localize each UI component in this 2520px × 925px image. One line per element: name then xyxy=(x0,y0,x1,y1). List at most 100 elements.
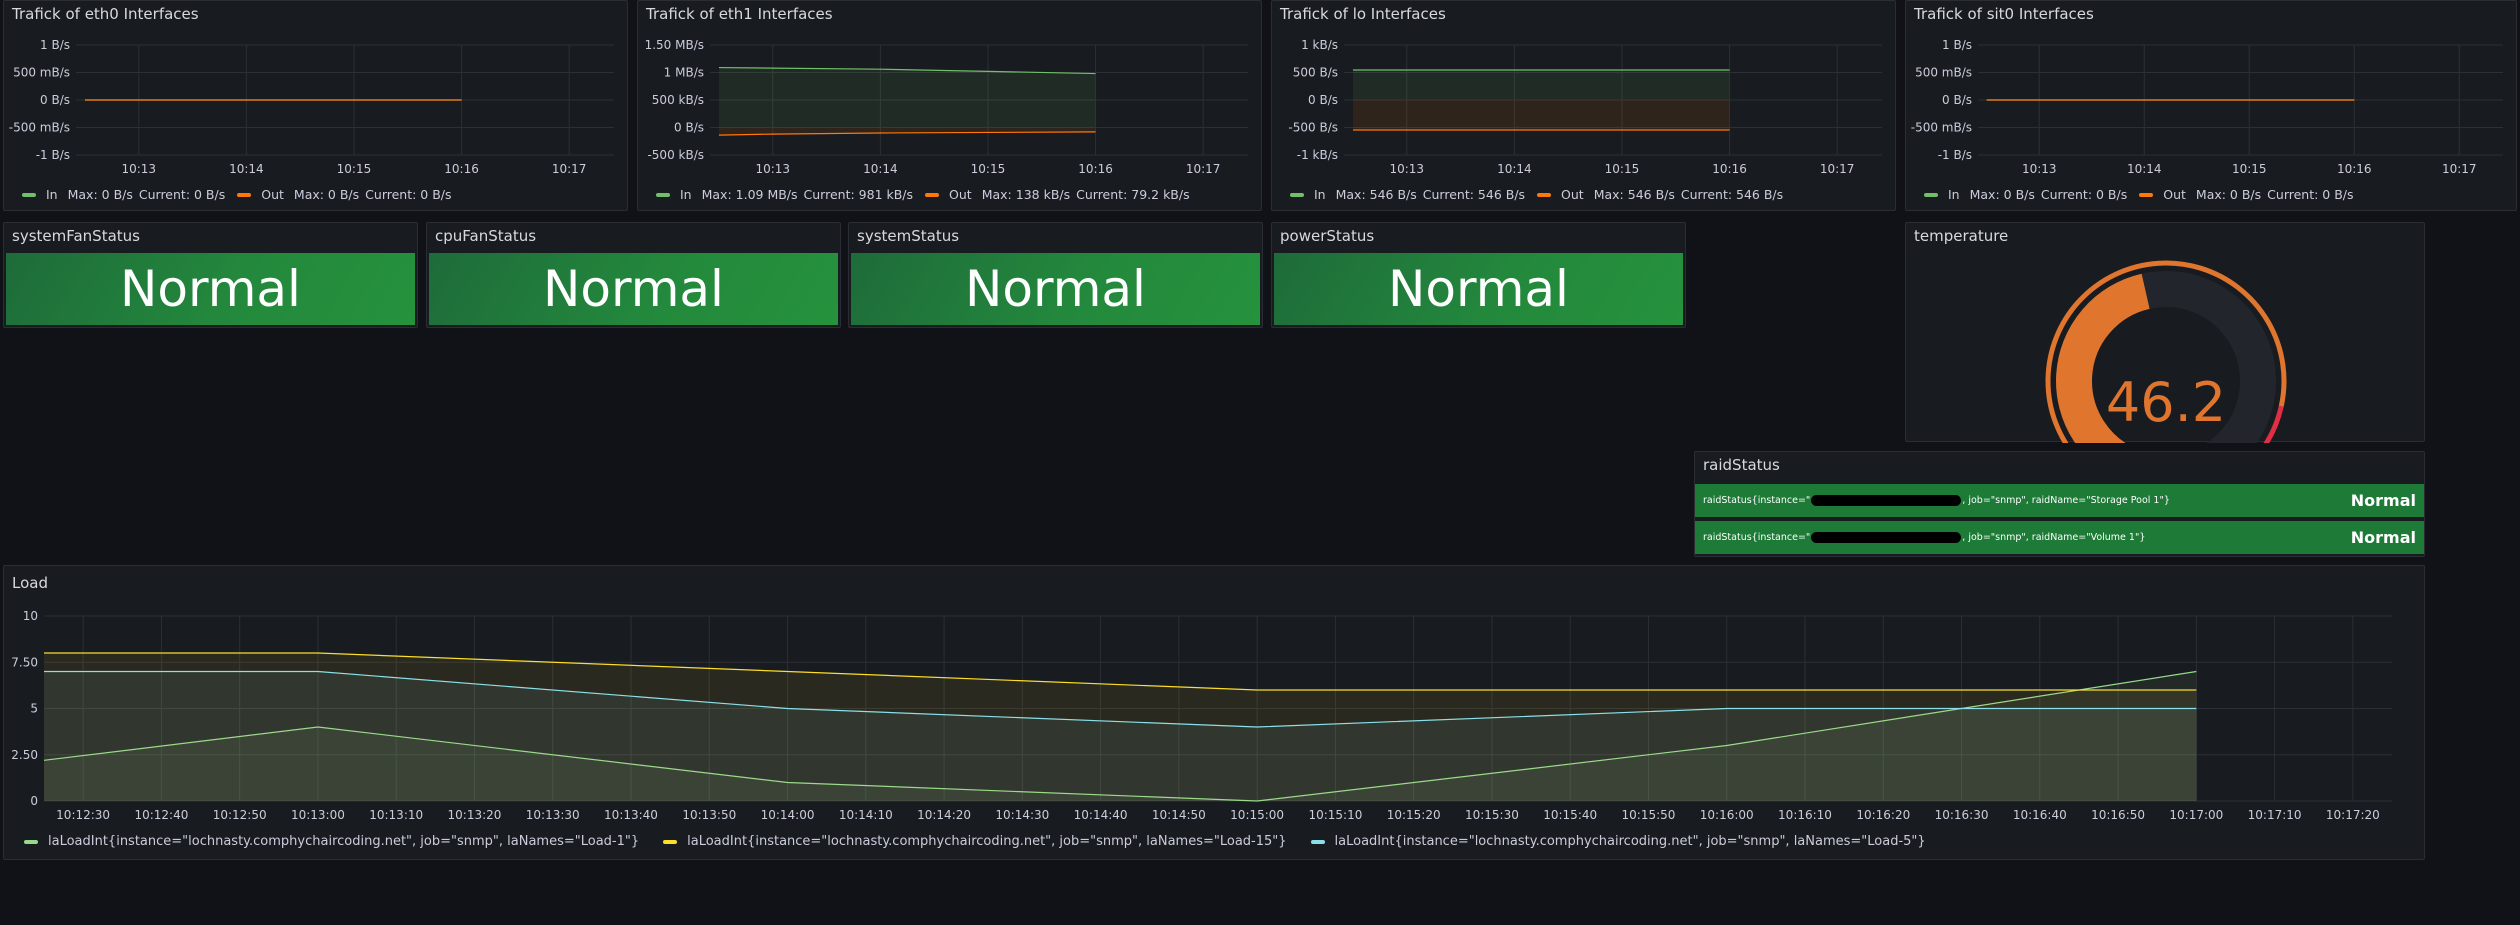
x-tick-label: 10:15 xyxy=(2232,162,2267,176)
legend-current: Current: 0 B/s xyxy=(2267,187,2354,202)
status-value-box: Normal xyxy=(6,253,415,325)
legend-label: laLoadInt{instance="lochnasty.comphychai… xyxy=(48,834,640,849)
legend-swatch xyxy=(237,192,252,197)
x-tick-label: 10:14 xyxy=(2127,162,2162,176)
y-tick-label: -500 mB/s xyxy=(1911,121,1972,135)
status-panel-system-fan[interactable]: systemFanStatus Normal xyxy=(3,222,418,328)
raid-row-value: Normal xyxy=(2350,528,2416,547)
raid-label-start: raidStatus{instance=" xyxy=(1703,532,1811,543)
raid-row-label: raidStatus{instance=" , job="snmp", raidN… xyxy=(1703,532,2145,543)
x-tick-label: 10:15:10 xyxy=(1308,808,1362,822)
load-panel[interactable]: Load 0 2.50 5 7.50 10 10:12:30 10:12:40 10:12:5… xyxy=(3,565,2425,860)
x-tick-label: 10:16 xyxy=(2337,162,2372,176)
x-tick-label: 10:16:40 xyxy=(2013,808,2067,822)
y-tick-label: 0 B/s xyxy=(674,121,704,135)
legend-swatch xyxy=(22,192,36,197)
legend-item-in[interactable]: In Max: 546 B/s Current: 546 B/s xyxy=(1290,187,1525,202)
raid-row-label: raidStatus{instance=" , job="snmp", raidN… xyxy=(1703,495,2170,506)
x-tick-label: 10:16:30 xyxy=(1935,808,1989,822)
legend-item-out[interactable]: Out Max: 546 B/s Current: 546 B/s xyxy=(1537,187,1783,202)
legend-swatch xyxy=(656,192,670,197)
legend-item-out[interactable]: Out Max: 138 kB/s Current: 79.2 kB/s xyxy=(925,187,1190,202)
series-area xyxy=(1352,100,1730,131)
y-tick-label: -500 B/s xyxy=(1288,121,1338,135)
x-tick-label: 10:14:50 xyxy=(1152,808,1206,822)
legend-max: Max: 546 B/s xyxy=(1335,187,1417,202)
x-tick-label: 10:15:00 xyxy=(1230,808,1284,822)
legend-max: Max: 546 B/s xyxy=(1593,187,1675,202)
traffic-panel-eth0[interactable]: Trafick of eth0 Interfaces 1 B/s 500 mB/s… xyxy=(3,0,628,211)
legend-item-in[interactable]: In Max: 0 B/s Current: 0 B/s xyxy=(1924,187,2127,202)
x-tick-label: 10:15 xyxy=(971,162,1006,176)
raid-label-end: , job="snmp", raidName="Storage Pool 1"} xyxy=(1962,495,2170,506)
panel-title: raidStatus xyxy=(1703,456,1780,474)
legend-label: Out xyxy=(949,187,972,202)
legend-swatch xyxy=(1537,192,1552,197)
legend-current: Current: 0 B/s xyxy=(365,187,452,202)
legend-item-in[interactable]: In Max: 0 B/s Current: 0 B/s xyxy=(22,187,225,202)
status-panel-cpu-fan[interactable]: cpuFanStatus Normal xyxy=(426,222,841,328)
legend-swatch xyxy=(925,192,940,197)
temperature-panel[interactable]: temperature 46.2 xyxy=(1905,222,2425,443)
traffic-panel-eth1[interactable]: Trafick of eth1 Interfaces 1.50 MB/s 1 MB… xyxy=(637,0,1262,211)
raid-status-panel[interactable]: raidStatus raidStatus{instance=" , job="s… xyxy=(1694,451,2425,557)
chart-legend: In Max: 1.09 MB/s Current: 981 kB/s Out Max… xyxy=(656,187,1202,202)
legend-item-load-5[interactable]: laLoadInt{instance="lochnasty.comphychai… xyxy=(1310,834,1926,849)
x-tick-label: 10:14:30 xyxy=(995,808,1049,822)
x-tick-label: 10:13:40 xyxy=(604,808,658,822)
series-area xyxy=(1352,69,1730,100)
panel-title: Trafick of lo Interfaces xyxy=(1280,5,1446,23)
panel-title: systemFanStatus xyxy=(12,227,140,245)
legend-swatch xyxy=(1310,839,1325,844)
traffic-panel-sit0[interactable]: Trafick of sit0 Interfaces 1 B/s 500 mB/s… xyxy=(1905,0,2517,211)
y-tick-label: 0 B/s xyxy=(1942,93,1972,107)
x-tick-label: 10:13 xyxy=(121,162,156,176)
y-tick-label: 0 B/s xyxy=(1308,93,1338,107)
legend-label: In xyxy=(680,187,692,202)
legend-max: Max: 0 B/s xyxy=(293,187,360,202)
legend-item-out[interactable]: Out Max: 0 B/s Current: 0 B/s xyxy=(237,187,452,202)
y-tick-label: -500 mB/s xyxy=(9,121,70,135)
traffic-chart: 1.50 MB/s 1 MB/s 500 kB/s 0 B/s -500 kB/s 10:… xyxy=(645,38,1248,176)
legend-label: In xyxy=(1948,187,1960,202)
status-panel-power[interactable]: powerStatus Normal xyxy=(1271,222,1686,328)
y-tick-label: 2.50 xyxy=(11,748,38,762)
x-tick-label: 10:16 xyxy=(444,162,479,176)
panel-title: Trafick of eth0 Interfaces xyxy=(12,5,199,23)
chart-legend: laLoadInt{instance="lochnasty.comphychai… xyxy=(24,834,1938,849)
x-tick-label: 10:16:10 xyxy=(1778,808,1832,822)
x-tick-label: 10:17:00 xyxy=(2169,808,2223,822)
legend-item-in[interactable]: In Max: 1.09 MB/s Current: 981 kB/s xyxy=(656,187,913,202)
x-tick-label: 10:17 xyxy=(1820,162,1855,176)
y-tick-label: -500 kB/s xyxy=(647,148,704,162)
status-value-box: Normal xyxy=(429,253,838,325)
legend-label: laLoadInt{instance="lochnasty.comphychai… xyxy=(687,834,1287,849)
legend-label: laLoadInt{instance="lochnasty.comphychai… xyxy=(1334,834,1926,849)
x-tick-label: 10:13 xyxy=(1389,162,1424,176)
y-tick-label: 1 B/s xyxy=(40,38,70,52)
legend-current: Current: 0 B/s xyxy=(138,187,226,202)
x-tick-label: 10:17:20 xyxy=(2326,808,2380,822)
chart-legend: In Max: 0 B/s Current: 0 B/s Out Max: 0 B/s… xyxy=(1924,187,2366,202)
x-tick-label: 10:13:50 xyxy=(682,808,736,822)
x-tick-label: 10:17 xyxy=(1186,162,1221,176)
chart-legend: In Max: 546 B/s Current: 546 B/s Out Max: 5… xyxy=(1290,187,1795,202)
legend-item-load-1[interactable]: laLoadInt{instance="lochnasty.comphychai… xyxy=(24,834,639,849)
y-tick-label: 500 B/s xyxy=(1293,66,1338,80)
legend-swatch xyxy=(1924,192,1938,197)
traffic-panel-lo[interactable]: Trafick of lo Interfaces 1 kB/s 500 B/s 0 … xyxy=(1271,0,1896,211)
legend-current: Current: 981 kB/s xyxy=(803,187,914,202)
x-tick-label: 10:14:20 xyxy=(917,808,971,822)
legend-item-load-15[interactable]: laLoadInt{instance="lochnasty.comphychai… xyxy=(663,834,1287,849)
status-panel-system[interactable]: systemStatus Normal xyxy=(848,222,1263,328)
x-tick-label: 10:13:30 xyxy=(526,808,580,822)
legend-item-out[interactable]: Out Max: 0 B/s Current: 0 B/s xyxy=(2139,187,2354,202)
x-tick-label: 10:12:50 xyxy=(213,808,267,822)
chart-legend: In Max: 0 B/s Current: 0 B/s Out Max: 0 B/s… xyxy=(22,187,464,202)
legend-max: Max: 0 B/s xyxy=(1969,187,2035,202)
x-tick-label: 10:14:40 xyxy=(1074,808,1128,822)
legend-max: Max: 0 B/s xyxy=(2195,187,2262,202)
legend-label: Out xyxy=(261,187,284,202)
legend-current: Current: 0 B/s xyxy=(2040,187,2128,202)
legend-swatch xyxy=(1290,192,1304,197)
